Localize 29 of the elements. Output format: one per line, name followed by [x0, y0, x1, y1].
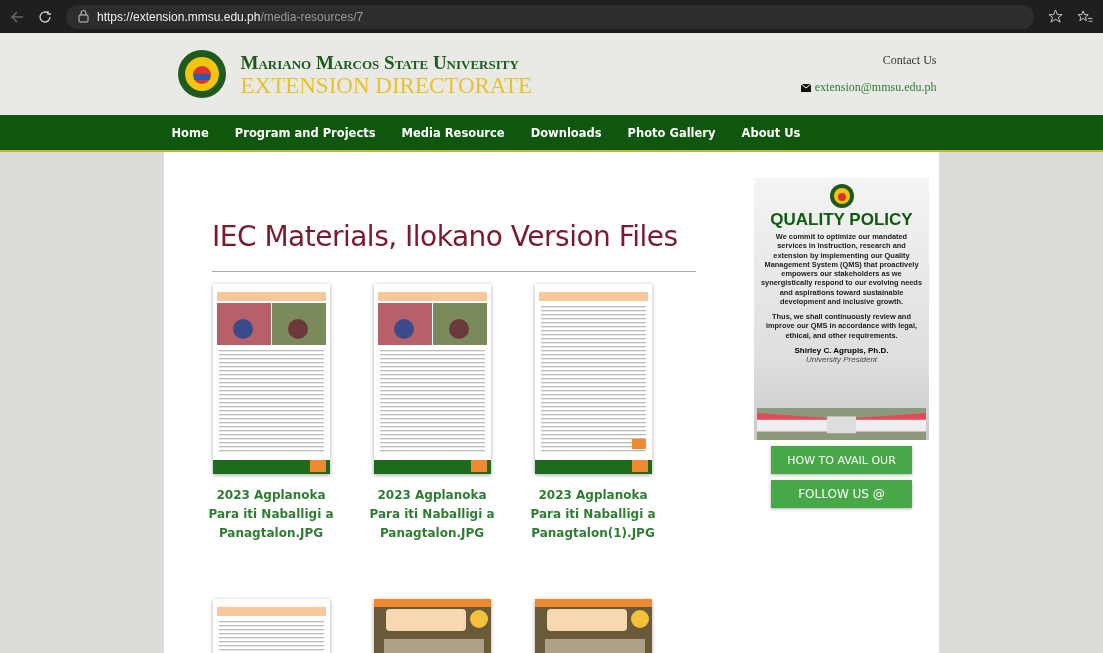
signatory-position: University President	[805, 354, 878, 364]
file-name-link[interactable]: 2023 Agplanoka Para iti Naballigi a Panagtalon.JPG	[365, 486, 499, 543]
file-name-link[interactable]: 2023 Agplanoka Para iti Naballigi a Panagtalon(1).JPG	[526, 486, 660, 543]
star-icon[interactable]	[1048, 9, 1063, 24]
email-link[interactable]: extension@mmsu.edu.ph	[814, 80, 937, 95]
nav-link[interactable]: Downloads	[530, 125, 602, 140]
nav-link[interactable]: Media Resource	[401, 125, 505, 140]
page-title: IEC Materials, Ilokano Version Files	[212, 220, 679, 253]
nav-link[interactable]: Home	[171, 125, 209, 140]
back-icon[interactable]	[10, 9, 24, 24]
reload-icon[interactable]	[38, 9, 52, 24]
university-seal-logo	[829, 184, 854, 208]
favorites-icon[interactable]	[1077, 9, 1093, 24]
file-thumbnail[interactable]	[212, 284, 330, 474]
contact-us-label: Contact Us	[882, 53, 937, 68]
directorate-name: EXTENSION DIRECTORATE	[240, 73, 534, 97]
lock-icon	[78, 10, 89, 23]
file-thumbnail[interactable]	[534, 284, 652, 474]
nav-link[interactable]: About Us	[741, 125, 801, 140]
address-bar[interactable]: https://extension.mmsu.edu.ph/media-resources/7	[66, 4, 1034, 29]
envelope-icon	[800, 83, 811, 92]
nav-link[interactable]: Photo Gallery	[627, 125, 716, 140]
file-thumbnail[interactable]	[373, 284, 491, 474]
signatory-name: Shirley C. Agrupis, Ph.D.	[794, 345, 889, 355]
university-name: Mariano Marcos State University	[240, 51, 520, 74]
file-name-link[interactable]: 2023 Agplanoka Para iti Naballigi a Panagtalon.JPG	[204, 486, 338, 543]
poster-title: QUALITY POLICY	[770, 210, 913, 230]
university-seal-logo[interactable]	[176, 49, 227, 99]
nav-link[interactable]: Program and Projects	[234, 125, 376, 140]
